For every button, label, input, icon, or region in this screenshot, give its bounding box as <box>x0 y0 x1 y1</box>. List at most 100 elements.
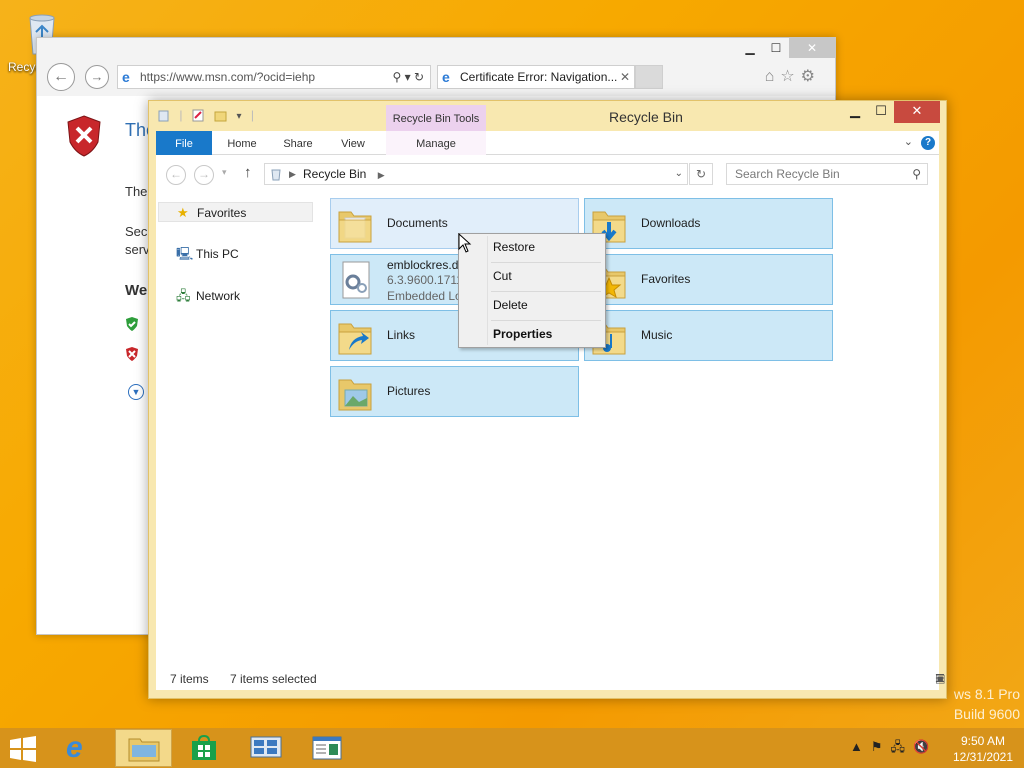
ie-caption-buttons: ▁ ☐ ✕ <box>737 38 835 58</box>
taskbar-store-button[interactable] <box>178 729 235 767</box>
taskbar-explorer-button[interactable] <box>115 729 172 767</box>
computer-icon: 🖳 <box>176 246 194 261</box>
item-version: 6.3.9600.1711( <box>387 273 467 287</box>
new-folder-icon[interactable] <box>214 109 227 122</box>
ribbon-controls: ⌄? <box>904 135 935 150</box>
search-input[interactable]: Search Recycle Bin ⚲ <box>726 163 928 185</box>
item-description: Embedded Lo <box>387 289 462 303</box>
tab-manage[interactable]: Manage <box>386 131 486 155</box>
tab-view[interactable]: View <box>328 131 378 155</box>
maximize-icon[interactable]: ☐ <box>868 101 894 123</box>
network-icon: 🖧 <box>176 288 191 303</box>
star-icon[interactable]: ☆ <box>780 68 800 85</box>
dll-file-icon <box>342 261 370 299</box>
tab-home[interactable]: Home <box>216 131 268 155</box>
ie-address-controls[interactable]: ⚲ ▾ ↻ <box>392 66 424 88</box>
help-icon[interactable]: ? <box>921 136 935 150</box>
minimize-icon[interactable]: ▁ <box>842 101 868 123</box>
taskbar-ie-button[interactable]: e <box>52 729 109 767</box>
menu-item-properties[interactable]: Properties <box>461 321 603 347</box>
ie-logo-icon: e <box>442 69 450 85</box>
search-icon: ⚲ <box>392 70 402 84</box>
taskbar-server-manager-button[interactable] <box>238 729 295 767</box>
ie-new-tab-button[interactable] <box>635 65 663 89</box>
maximize-icon[interactable]: ☐ <box>763 38 789 58</box>
start-windows-icon[interactable] <box>8 736 38 762</box>
clock-date: 12/31/2021 <box>952 750 1014 764</box>
network-icon[interactable]: 🖧 <box>891 739 914 754</box>
taskbar: e ▲⚑🖧🔇 9:50 AM 12/31/2021 <box>0 728 1024 768</box>
nav-item-network[interactable]: 🖧 Network <box>158 286 313 306</box>
ie-tab-certificate-error[interactable]: e Certificate Error: Navigation... ✕ <box>437 65 635 89</box>
chevron-right-icon: ▶ <box>289 169 296 179</box>
menu-item-cut[interactable]: Cut <box>461 263 603 289</box>
pictures-folder-icon <box>338 379 372 411</box>
refresh-icon: ↻ <box>413 70 424 84</box>
ie-tools: ⌂☆⚙ <box>765 66 821 86</box>
shield-ok-icon <box>126 317 138 331</box>
list-item[interactable]: Downloads <box>584 198 833 249</box>
list-item[interactable]: Favorites <box>584 254 833 305</box>
breadcrumb-item[interactable]: Recycle Bin <box>303 167 366 181</box>
nav-item-this-pc[interactable]: 🖳 This PC <box>158 244 313 264</box>
explorer-titlebar: | ▾ | Recycle Bin Tools Recycle Bin ▁ ☐ ✕ <box>149 101 946 131</box>
forward-arrow-icon: → <box>198 167 210 181</box>
ie-back-button[interactable]: ← <box>47 63 75 91</box>
minimize-icon[interactable]: ▁ <box>737 38 763 58</box>
expand-more-icon[interactable]: ▼ <box>128 384 144 400</box>
up-arrow-icon[interactable]: ↑ <box>244 164 252 181</box>
status-bar: 7 items 7 items selected ☰ ▣ <box>156 668 945 690</box>
ie-error-text: The <box>125 184 148 199</box>
close-icon[interactable]: ✕ <box>789 38 835 58</box>
search-icon: ⚲ <box>912 167 921 181</box>
item-name: Documents <box>387 216 448 230</box>
ie-logo-icon: e <box>122 69 130 85</box>
back-arrow-icon: ← <box>170 167 182 181</box>
store-icon <box>192 735 216 760</box>
expand-ribbon-icon[interactable]: ⌄ <box>904 136 913 148</box>
properties-icon[interactable] <box>192 109 205 122</box>
links-folder-icon <box>338 323 372 355</box>
menu-item-restore[interactable]: Restore <box>461 234 603 260</box>
gear-icon[interactable]: ⚙ <box>801 68 821 85</box>
navigation-bar: ← → ▾ ↑ ▶ Recycle Bin ▶ ⌄ ↻ Search Recyc… <box>156 155 939 191</box>
action-center-flag-icon[interactable]: ⚑ <box>871 739 891 754</box>
item-name: Downloads <box>641 216 701 230</box>
ie-address-bar[interactable]: e https://www.msn.com/?ocid=iehp ⚲ ▾ ↻ <box>117 65 431 89</box>
close-icon[interactable]: ✕ <box>620 66 630 88</box>
list-item[interactable]: Pictures <box>330 366 579 417</box>
recent-locations-icon[interactable]: ▾ <box>222 167 227 178</box>
contextual-tab-header: Recycle Bin Tools <box>386 105 486 131</box>
item-name: Links <box>387 328 416 342</box>
tab-file[interactable]: File <box>156 131 212 155</box>
taskbar-clock[interactable]: 9:50 AM 12/31/2021 <box>948 733 1018 765</box>
explorer-window[interactable]: | ▾ | Recycle Bin Tools Recycle Bin ▁ ☐ ✕ … <box>148 100 947 699</box>
close-icon[interactable]: ✕ <box>894 101 940 123</box>
forward-button[interactable]: → <box>194 165 214 185</box>
tab-share[interactable]: Share <box>272 131 324 155</box>
watermark-build: Build 9600 <box>953 706 1020 722</box>
system-tray: ▲⚑🖧🔇 <box>850 738 937 760</box>
mouse-cursor-icon <box>458 233 472 253</box>
chevron-up-icon[interactable]: ▲ <box>850 739 871 754</box>
speaker-muted-icon[interactable]: 🔇 <box>913 739 937 754</box>
list-item[interactable]: Music <box>584 310 833 361</box>
chevron-down-icon[interactable]: ⌄ <box>675 164 683 184</box>
refresh-button[interactable]: ↻ <box>689 163 713 185</box>
forward-arrow-icon: → <box>90 69 104 84</box>
ie-error-subheading: We <box>125 282 148 299</box>
chevron-down-icon[interactable]: ▾ <box>237 111 242 122</box>
search-placeholder: Search Recycle Bin <box>735 167 840 181</box>
nav-item-label: Network <box>196 289 241 303</box>
large-icons-view-icon[interactable]: ▣ <box>935 668 951 690</box>
nav-item-favorites[interactable]: ★ Favorites <box>158 202 313 222</box>
file-explorer-icon <box>128 738 160 762</box>
chevron-right-icon[interactable]: ▶ <box>378 170 385 180</box>
back-button[interactable]: ← <box>166 165 186 185</box>
context-menu: Restore Cut Delete Properties <box>458 233 606 348</box>
ie-forward-button[interactable]: → <box>85 65 109 89</box>
menu-item-delete[interactable]: Delete <box>461 292 603 318</box>
taskbar-app-button[interactable] <box>300 729 357 767</box>
home-icon[interactable]: ⌂ <box>765 68 781 85</box>
address-breadcrumb[interactable]: ▶ Recycle Bin ▶ ⌄ <box>264 163 688 185</box>
